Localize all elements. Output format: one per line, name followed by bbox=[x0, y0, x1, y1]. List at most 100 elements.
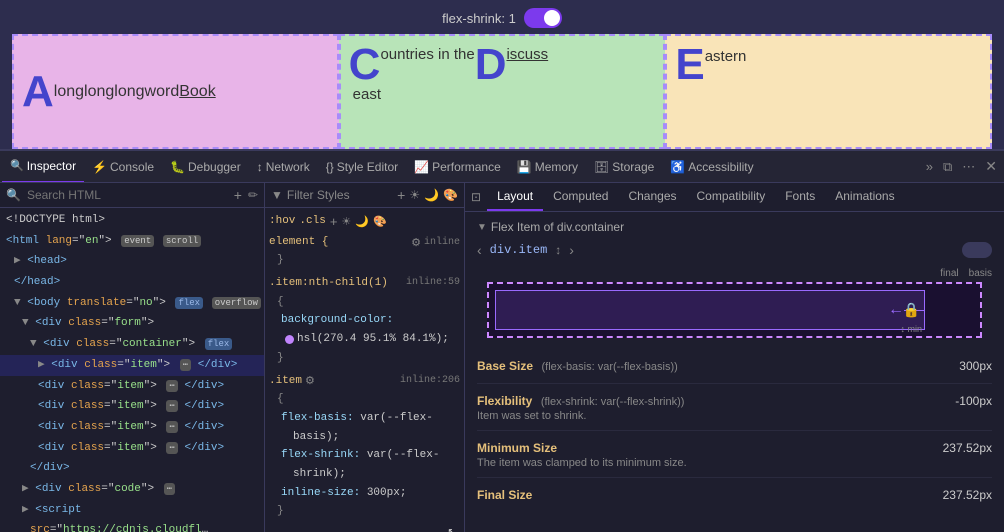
tab-inspector[interactable]: 🔍 Inspector bbox=[2, 151, 84, 183]
css-moon-button[interactable]: 🌙 bbox=[355, 215, 369, 228]
element-selector-row: ‹ div.item ↕ › bbox=[477, 242, 992, 258]
tree-row-item-4[interactable]: <div class="item"> ⋯ </div> bbox=[0, 417, 264, 438]
tab-storage[interactable]: 🗄 Storage bbox=[586, 151, 662, 183]
flex-toggle-bar: flex-shrink: 1 bbox=[442, 8, 562, 28]
layout-expand-icon: ⊡ bbox=[465, 190, 487, 204]
box-min-label: ↕ min bbox=[900, 324, 922, 334]
tab-animations[interactable]: Animations bbox=[825, 183, 904, 211]
inspector-icon: 🔍 bbox=[10, 159, 24, 172]
tree-row-item-5[interactable]: <div class="item"> ⋯ </div> bbox=[0, 438, 264, 459]
dark-mode-button[interactable]: 🌙 bbox=[424, 188, 439, 202]
layout-properties: Base Size (flex-basis: var(--flex-basis)… bbox=[477, 357, 992, 504]
tree-row-code[interactable]: ▶ <div class="code"> ⋯ bbox=[0, 479, 264, 500]
tree-row-head[interactable]: ▶ <head> bbox=[0, 251, 264, 272]
css-toolbar: ▼ Filter Styles + ☀ 🌙 🎨 bbox=[265, 183, 464, 208]
add-rule-button[interactable]: + bbox=[397, 187, 405, 203]
flex-shrink-toggle[interactable] bbox=[524, 8, 562, 28]
basis-label: basis bbox=[969, 268, 992, 279]
tree-row-html[interactable]: <html lang="en"> event scroll bbox=[0, 231, 264, 252]
devtools-content: 🔍 + ✏ <!DOCTYPE html> <html lang="en"> e… bbox=[0, 183, 1004, 532]
light-dark-toggle[interactable]: ☀ bbox=[409, 188, 420, 202]
tree-row-head-close[interactable]: </head> bbox=[0, 272, 264, 293]
tab-performance[interactable]: 📈 Performance bbox=[406, 151, 509, 183]
color-swatch[interactable] bbox=[285, 335, 294, 344]
tree-row-item-2[interactable]: <div class="item"> ⋯ </div> bbox=[0, 376, 264, 397]
css-paint-button[interactable]: 🎨 bbox=[373, 215, 387, 228]
overflow-menu-button[interactable]: ⋯ bbox=[957, 157, 980, 177]
element-nav-next[interactable]: › bbox=[569, 242, 574, 258]
element-type-arrow: ↕ bbox=[555, 243, 561, 257]
element-nav-prev[interactable]: ‹ bbox=[477, 242, 482, 258]
minimum-size-label: Minimum Size bbox=[477, 441, 557, 455]
tab-fonts[interactable]: Fonts bbox=[775, 183, 825, 211]
cursor-icon: ↖ bbox=[448, 521, 456, 532]
layout-tabs-bar: ⊡ Layout Computed Changes Compatibility bbox=[465, 183, 1004, 212]
tab-network[interactable]: ↕ Network bbox=[249, 151, 318, 183]
network-icon: ↕ bbox=[257, 160, 263, 174]
section-chevron: ▼ bbox=[477, 222, 487, 233]
tab-changes[interactable]: Changes bbox=[618, 183, 686, 211]
tree-row-doctype[interactable]: <!DOCTYPE html> bbox=[0, 210, 264, 231]
tab-style-editor[interactable]: {} Style Editor bbox=[318, 151, 406, 183]
tab-layout[interactable]: Layout bbox=[487, 183, 543, 211]
tree-row-item-1[interactable]: ▶ <div class="item"> ⋯ </div> bbox=[0, 355, 264, 376]
tree-row-form[interactable]: ▼ <div class="form"> bbox=[0, 313, 264, 334]
tree-row-container-close[interactable]: </div> bbox=[0, 458, 264, 479]
tree-row-container[interactable]: ▼ <div class="container"> flex bbox=[0, 334, 264, 355]
add-node-button[interactable]: + bbox=[234, 187, 242, 203]
css-item-gear[interactable]: ⚙ bbox=[305, 374, 315, 387]
paint-icon-button[interactable]: 🎨 bbox=[443, 188, 458, 202]
prop-flexibility: Flexibility (flex-shrink: var(--flex-shr… bbox=[477, 392, 992, 431]
css-element-gear[interactable]: ⚙ bbox=[411, 236, 421, 249]
devtools-panel: 🔍 Inspector ⚡ Console 🐛 Debugger ↕ Netwo… bbox=[0, 149, 1004, 532]
close-button[interactable]: ✕ bbox=[980, 156, 1002, 177]
accessibility-icon: ♿ bbox=[670, 160, 685, 174]
tab-computed[interactable]: Computed bbox=[543, 183, 618, 211]
minimum-size-value: 237.52px bbox=[943, 441, 992, 455]
minimum-size-desc: The item was clamped to its minimum size… bbox=[477, 457, 992, 469]
pick-element-button[interactable]: ✏ bbox=[248, 188, 258, 202]
devtools-toolbar: 🔍 Inspector ⚡ Console 🐛 Debugger ↕ Netwo… bbox=[0, 151, 1004, 183]
final-size-label: Final Size bbox=[477, 488, 532, 502]
filter-icon: ▼ bbox=[271, 188, 283, 202]
tree-row-body[interactable]: ▼ <body translate="no"> flex overflow bbox=[0, 293, 264, 314]
app-container: flex-shrink: 1 A longlonglongword Book C… bbox=[0, 0, 1004, 532]
tab-memory[interactable]: 💾 Memory bbox=[509, 151, 586, 183]
tab-console[interactable]: ⚡ Console bbox=[84, 151, 162, 183]
flex-item-b: C ountries in the D iscuss east bbox=[339, 34, 666, 149]
element-toggle[interactable] bbox=[962, 242, 992, 258]
base-size-label: Base Size bbox=[477, 359, 533, 373]
prop-minimum-size: Minimum Size 237.52px The item was clamp… bbox=[477, 439, 992, 478]
flex-toggle-label: flex-shrink: 1 bbox=[442, 11, 516, 26]
base-size-value: 300px bbox=[959, 359, 992, 373]
flexibility-value: -100px bbox=[955, 394, 992, 408]
console-icon: ⚡ bbox=[92, 160, 107, 174]
tree-row-script-src[interactable]: src="https://cdnjs.cloudflare.com/ajax/l… bbox=[0, 520, 240, 532]
css-add-button[interactable]: + bbox=[330, 214, 338, 229]
search-html-input[interactable] bbox=[27, 188, 228, 202]
memory-icon: 💾 bbox=[517, 160, 532, 174]
base-size-detail: (flex-basis: var(--flex-basis)) bbox=[542, 361, 678, 373]
preview-area: flex-shrink: 1 A longlonglongword Book C… bbox=[0, 0, 1004, 149]
css-rule-nth-child: .item:nth-child(1) inline:59 { backgroun… bbox=[269, 274, 460, 367]
flexibility-desc: Item was set to shrink. bbox=[477, 410, 992, 422]
tab-debugger[interactable]: 🐛 Debugger bbox=[162, 151, 249, 183]
box-inner bbox=[495, 290, 925, 330]
flex-preview-container: A longlonglongword Book C ountries in th… bbox=[12, 34, 992, 149]
css-content: :hov .cls + ☀ 🌙 🎨 element { ⚙ bbox=[265, 208, 464, 532]
tree-row-item-3[interactable]: <div class="item"> ⋯ </div> bbox=[0, 396, 264, 417]
element-selector-name: div.item bbox=[490, 243, 548, 257]
dock-button[interactable]: ⧉ bbox=[938, 157, 957, 177]
more-tabs-button[interactable]: » bbox=[921, 157, 938, 176]
box-lock: 🔒 bbox=[903, 302, 920, 319]
storage-icon: 🗄 bbox=[594, 160, 609, 174]
tab-compatibility[interactable]: Compatibility bbox=[687, 183, 776, 211]
tab-accessibility[interactable]: ♿ Accessibility bbox=[662, 151, 761, 183]
html-search-bar: 🔍 + ✏ bbox=[0, 183, 264, 208]
flex-section-title: ▼ Flex Item of div.container bbox=[477, 220, 992, 234]
prop-base-size: Base Size (flex-basis: var(--flex-basis)… bbox=[477, 357, 992, 384]
prop-final-size: Final Size 237.52px bbox=[477, 486, 992, 504]
css-sun-button[interactable]: ☀ bbox=[341, 215, 351, 228]
flexibility-detail: (flex-shrink: var(--flex-shrink)) bbox=[541, 396, 685, 408]
tree-row-script[interactable]: ▶ <script bbox=[0, 500, 264, 521]
